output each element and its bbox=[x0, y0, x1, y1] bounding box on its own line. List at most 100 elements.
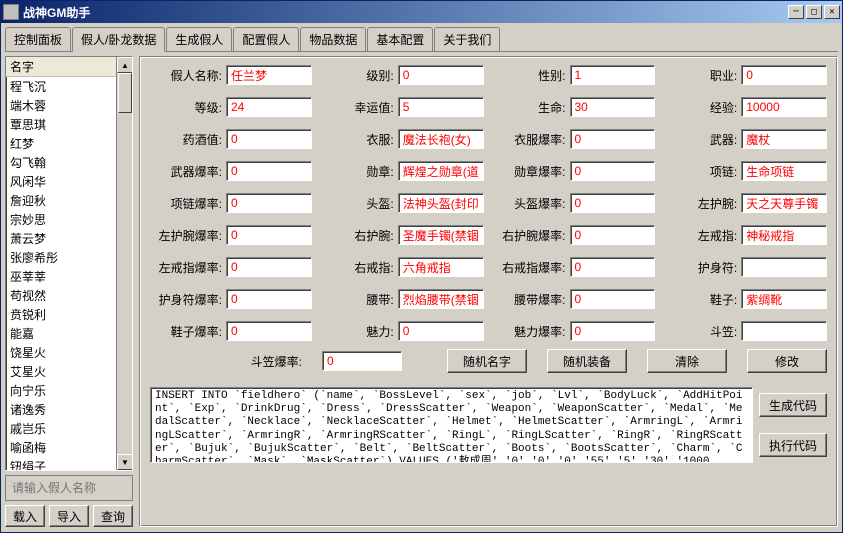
field-input[interactable] bbox=[570, 321, 656, 341]
list-item[interactable]: 覃思琪 bbox=[6, 115, 132, 134]
field-input[interactable] bbox=[226, 257, 312, 277]
field-10: 衣服爆率: bbox=[494, 129, 656, 149]
field-input[interactable] bbox=[741, 193, 827, 213]
list-item[interactable]: 钮绢子 bbox=[6, 457, 132, 471]
random-name-button[interactable]: 随机名字 bbox=[447, 349, 527, 373]
field-22: 右护腕爆率: bbox=[494, 225, 656, 245]
field-input[interactable] bbox=[226, 129, 312, 149]
list-item[interactable]: 詹迎秋 bbox=[6, 191, 132, 210]
field-input[interactable] bbox=[398, 289, 484, 309]
field-input[interactable] bbox=[741, 161, 827, 181]
query-button[interactable]: 查询 bbox=[93, 505, 133, 527]
list-item[interactable]: 向宁乐 bbox=[6, 381, 132, 400]
field-input[interactable] bbox=[398, 225, 484, 245]
scroll-up-icon[interactable]: ▲ bbox=[117, 57, 133, 73]
list-item[interactable]: 张廖希彤 bbox=[6, 248, 132, 267]
tab-0[interactable]: 控制面板 bbox=[5, 27, 71, 51]
scroll-down-icon[interactable]: ▼ bbox=[117, 454, 133, 470]
field-6: 生命: bbox=[494, 97, 656, 117]
field-input[interactable] bbox=[226, 97, 312, 117]
field-input[interactable] bbox=[398, 65, 484, 85]
field-1: 级别: bbox=[322, 65, 484, 85]
field-label: 项链: bbox=[665, 163, 737, 180]
field-input[interactable] bbox=[226, 321, 312, 341]
tab-3[interactable]: 配置假人 bbox=[233, 27, 299, 51]
field-input[interactable] bbox=[741, 321, 827, 341]
field-input[interactable] bbox=[398, 161, 484, 181]
field-input[interactable] bbox=[398, 193, 484, 213]
maximize-button[interactable]: □ bbox=[806, 5, 822, 19]
list-item[interactable]: 苟视然 bbox=[6, 286, 132, 305]
field-input[interactable] bbox=[570, 65, 656, 85]
field-input[interactable] bbox=[398, 257, 484, 277]
list-item[interactable]: 端木蓉 bbox=[6, 96, 132, 115]
field-input[interactable] bbox=[741, 257, 827, 277]
field-35: 斗笠: bbox=[665, 321, 827, 341]
field-input[interactable] bbox=[570, 257, 656, 277]
clear-button[interactable]: 清除 bbox=[647, 349, 727, 373]
field-input[interactable] bbox=[226, 65, 312, 85]
field-input[interactable] bbox=[570, 193, 656, 213]
field-8: 药酒值: bbox=[150, 129, 312, 149]
minimize-button[interactable]: ─ bbox=[788, 5, 804, 19]
import-button[interactable]: 导入 bbox=[49, 505, 89, 527]
field-label: 头盔爆率: bbox=[494, 195, 566, 212]
modify-button[interactable]: 修改 bbox=[747, 349, 827, 373]
list-item[interactable]: 程飞沉 bbox=[6, 77, 132, 96]
field-input[interactable] bbox=[741, 289, 827, 309]
field-input[interactable] bbox=[226, 193, 312, 213]
field-input[interactable] bbox=[741, 97, 827, 117]
field-5: 幸运值: bbox=[322, 97, 484, 117]
tab-5[interactable]: 基本配置 bbox=[367, 27, 433, 51]
list-item[interactable]: 巫莘莘 bbox=[6, 267, 132, 286]
list-item[interactable]: 艾星火 bbox=[6, 362, 132, 381]
field-input[interactable] bbox=[570, 97, 656, 117]
list-item[interactable]: 饶星火 bbox=[6, 343, 132, 362]
list-item[interactable]: 宗妙思 bbox=[6, 210, 132, 229]
field-label: 武器爆率: bbox=[150, 163, 222, 180]
field-input[interactable] bbox=[741, 129, 827, 149]
list-item[interactable]: 红梦 bbox=[6, 134, 132, 153]
list-item[interactable]: 风闲华 bbox=[6, 172, 132, 191]
close-button[interactable]: ✕ bbox=[824, 5, 840, 19]
tab-4[interactable]: 物品数据 bbox=[300, 27, 366, 51]
field-input[interactable] bbox=[741, 65, 827, 85]
field-13: 勋章: bbox=[322, 161, 484, 181]
name-listbox[interactable]: 名字程飞沉端木蓉覃思琪红梦勾飞翰风闲华詹迎秋宗妙思萧云梦张廖希彤巫莘莘苟视然贲锐… bbox=[5, 56, 133, 471]
field-input[interactable] bbox=[398, 321, 484, 341]
field-input[interactable] bbox=[570, 161, 656, 181]
field-label: 鞋子: bbox=[665, 291, 737, 308]
field-input[interactable] bbox=[398, 97, 484, 117]
field-input[interactable] bbox=[398, 129, 484, 149]
tab-strip: 控制面板假人/卧龙数据生成假人配置假人物品数据基本配置关于我们 bbox=[5, 27, 838, 52]
list-item[interactable]: 戚岂乐 bbox=[6, 419, 132, 438]
list-item[interactable]: 勾飞翰 bbox=[6, 153, 132, 172]
field-input[interactable] bbox=[226, 161, 312, 181]
scrollbar[interactable]: ▲ ▼ bbox=[116, 57, 132, 470]
execute-code-button[interactable]: 执行代码 bbox=[759, 433, 827, 457]
field-input[interactable] bbox=[570, 129, 656, 149]
field-input[interactable] bbox=[570, 289, 656, 309]
field-input[interactable] bbox=[570, 225, 656, 245]
tab-2[interactable]: 生成假人 bbox=[166, 27, 232, 51]
field-input[interactable] bbox=[226, 289, 312, 309]
list-item[interactable]: 诸逸秀 bbox=[6, 400, 132, 419]
name-input[interactable] bbox=[10, 480, 128, 496]
tab-1[interactable]: 假人/卧龙数据 bbox=[72, 27, 165, 52]
list-item[interactable]: 萧云梦 bbox=[6, 229, 132, 248]
list-item[interactable]: 喻函梅 bbox=[6, 438, 132, 457]
load-button[interactable]: 载入 bbox=[5, 505, 45, 527]
random-equip-button[interactable]: 随机装备 bbox=[547, 349, 627, 373]
field-label: 魅力: bbox=[322, 323, 394, 340]
last-rate-input[interactable] bbox=[322, 351, 402, 371]
generate-code-button[interactable]: 生成代码 bbox=[759, 393, 827, 417]
sql-output[interactable]: INSERT INTO `fieldhero` (`name`, `BossLe… bbox=[150, 387, 753, 463]
tab-6[interactable]: 关于我们 bbox=[434, 27, 500, 51]
list-header: 名字 bbox=[6, 57, 132, 77]
list-item[interactable]: 能嘉 bbox=[6, 324, 132, 343]
field-input[interactable] bbox=[226, 225, 312, 245]
scroll-thumb[interactable] bbox=[118, 73, 132, 113]
field-label: 头盔: bbox=[322, 195, 394, 212]
list-item[interactable]: 贲锐利 bbox=[6, 305, 132, 324]
field-input[interactable] bbox=[741, 225, 827, 245]
